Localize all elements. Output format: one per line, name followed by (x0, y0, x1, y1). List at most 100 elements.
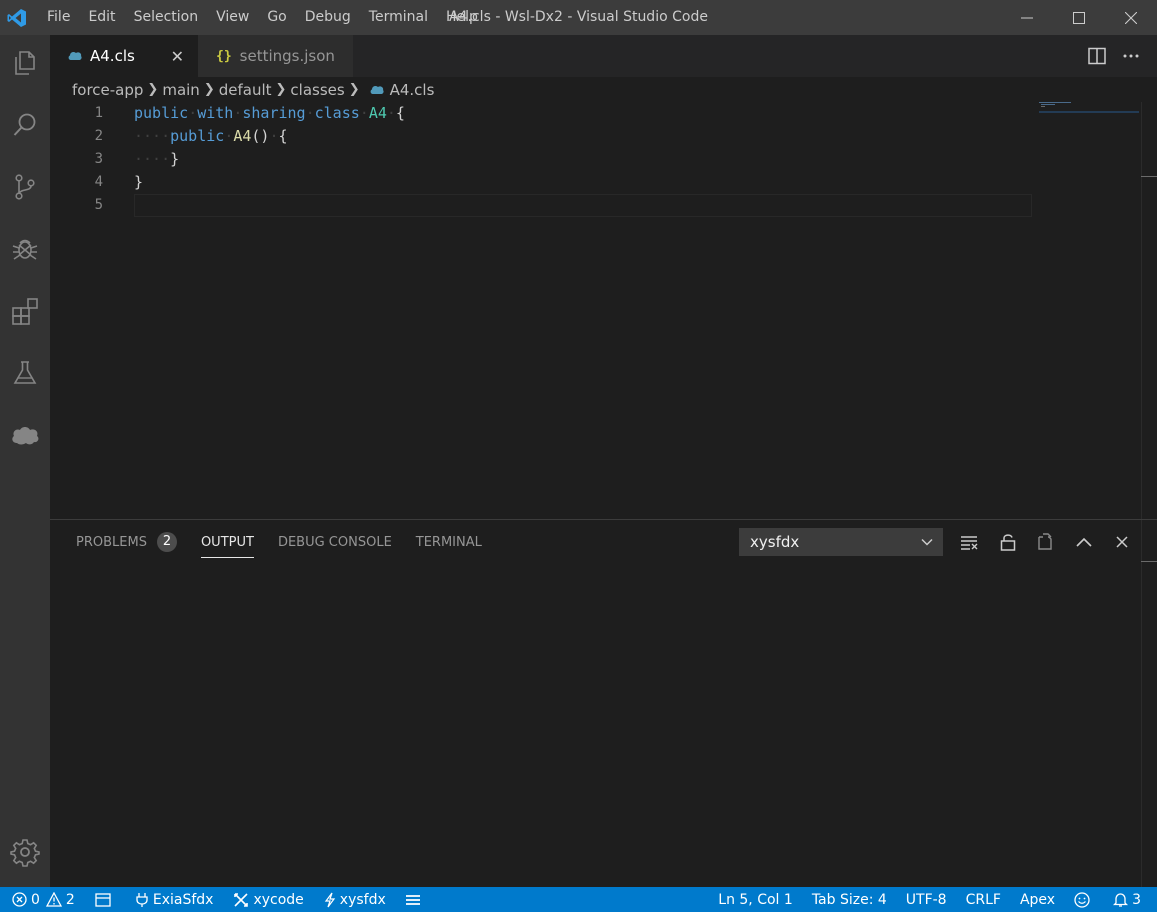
lock-scroll-button[interactable] (998, 532, 1018, 552)
clear-output-icon (961, 536, 978, 550)
line-number: 1 (94, 105, 103, 121)
maximize-icon (1073, 11, 1085, 24)
menu-file[interactable]: File (38, 0, 79, 35)
scroll-cursor-marker (1141, 176, 1157, 177)
tab-label: OUTPUT (200, 534, 254, 550)
close-panel-button[interactable] (1112, 532, 1132, 552)
breadcrumb-force-app[interactable]: force-app (72, 81, 143, 99)
maximize-button[interactable] (1053, 0, 1105, 35)
eol-status[interactable]: CRLF (966, 887, 1001, 912)
salesforce-cloud-icon (12, 427, 39, 445)
error-count: 0 (31, 891, 40, 908)
chevron-right-icon: ❯ (203, 82, 215, 97)
ellipsis-icon (1123, 54, 1139, 58)
output-channel-select[interactable]: xysfdx (739, 528, 943, 556)
panel-scrollbar[interactable] (1141, 520, 1157, 888)
chevron-right-icon: ❯ (275, 82, 287, 97)
code-lines: public·with·sharing·class·A4·{ ····publi… (134, 102, 1034, 217)
line-number: 2 (94, 128, 103, 144)
line-number: 4 (94, 174, 103, 190)
xysfdx-label: xysfdx (339, 891, 386, 908)
tab-debug-console[interactable]: DEBUG CONSOLE (278, 520, 392, 564)
salesforce-button[interactable] (0, 407, 50, 463)
window-controls (1001, 0, 1157, 35)
minimize-button[interactable] (1001, 0, 1053, 35)
language-mode-status[interactable]: Apex (1020, 887, 1055, 912)
tools-icon (234, 892, 249, 907)
notification-count: 3 (1132, 891, 1141, 908)
output-channel-value: xysfdx (750, 533, 800, 551)
explorer-button[interactable] (0, 35, 50, 91)
problems-status[interactable]: 0 2 (12, 887, 75, 912)
title-bar: File Edit Selection View Go Debug Termin… (0, 0, 1157, 35)
breadcrumb-default[interactable]: default (219, 81, 272, 99)
scroll-marker (1141, 561, 1157, 562)
xysfdx-status[interactable]: xysfdx (324, 887, 386, 912)
cursor-position-status[interactable]: Ln 5, Col 1 (718, 887, 793, 912)
open-log-button[interactable] (1036, 532, 1056, 552)
encoding-status[interactable]: UTF-8 (906, 887, 947, 912)
menu-go[interactable]: Go (258, 0, 295, 35)
menu-view[interactable]: View (207, 0, 258, 35)
close-tab-icon[interactable]: ✕ (171, 47, 184, 66)
menu-bar: File Edit Selection View Go Debug Termin… (38, 0, 487, 35)
menu-debug[interactable]: Debug (296, 0, 360, 35)
split-editor-button[interactable] (1087, 46, 1107, 66)
tab-label: PROBLEMS (76, 534, 147, 550)
tab-a4-cls[interactable]: A4.cls ✕ (50, 35, 198, 77)
tab-terminal[interactable]: TERMINAL (416, 520, 482, 564)
status-bar-left: 0 2 ExiaSfdx xycode xysfdx (12, 887, 444, 912)
tab-size-status[interactable]: Tab Size: 4 (812, 887, 887, 912)
tasks-status[interactable] (405, 887, 424, 912)
breadcrumb-main[interactable]: main (162, 81, 199, 99)
chevron-right-icon: ❯ (348, 82, 360, 97)
problems-count-badge: 2 (156, 532, 177, 552)
bell-icon (1113, 892, 1129, 907)
close-window-button[interactable] (1105, 0, 1157, 35)
search-button[interactable] (0, 97, 50, 153)
clear-output-button[interactable] (960, 532, 980, 552)
panel-actions (960, 532, 1132, 552)
debug-button[interactable] (0, 221, 50, 277)
tab-output[interactable]: OUTPUT (200, 520, 254, 564)
panel-tabs: PROBLEMS 2 OUTPUT DEBUG CONSOLE TERMINAL (76, 520, 506, 564)
breadcrumb: force-app ❯ main ❯ default ❯ classes ❯ A… (50, 77, 1157, 102)
menu-edit[interactable]: Edit (79, 0, 124, 35)
code-editor[interactable]: 1 2 3 4 5 public·with·sharing·class·A4·{… (50, 102, 1157, 519)
tab-settings-json[interactable]: {} settings.json (198, 35, 353, 77)
org-exia-label: ExiaSfdx (152, 891, 214, 908)
code-line: } (134, 173, 144, 191)
plug-icon (136, 892, 148, 907)
split-editor-icon (1088, 47, 1106, 65)
breadcrumb-a4-cls[interactable]: A4.cls (390, 81, 435, 99)
maximize-panel-button[interactable] (1074, 532, 1094, 552)
source-control-icon (15, 174, 35, 200)
bottom-panel: PROBLEMS 2 OUTPUT DEBUG CONSOLE TERMINAL… (50, 519, 1157, 888)
editor-tab-bar: A4.cls ✕ {} settings.json (50, 35, 1157, 77)
panel-toggle-status[interactable] (95, 887, 115, 912)
manage-button[interactable] (0, 824, 50, 880)
editor-scrollbar[interactable] (1141, 102, 1157, 519)
notifications-button[interactable]: 3 (1113, 887, 1141, 912)
minimap[interactable] (1039, 102, 1139, 116)
test-button[interactable] (0, 345, 50, 401)
org-status-exia[interactable]: ExiaSfdx (135, 887, 214, 912)
menu-selection[interactable]: Selection (125, 0, 208, 35)
chevron-right-icon: ❯ (147, 82, 159, 97)
more-actions-button[interactable] (1121, 46, 1141, 66)
panel-layout-icon (95, 892, 111, 907)
xycode-label: xycode (253, 891, 304, 908)
menu-help[interactable]: Help (437, 0, 487, 35)
source-control-button[interactable] (0, 159, 50, 215)
feedback-button[interactable] (1074, 887, 1094, 912)
tab-problems[interactable]: PROBLEMS 2 (76, 520, 177, 564)
code-line: ····} (134, 150, 180, 168)
breadcrumb-classes[interactable]: classes (290, 81, 344, 99)
tab-label: TERMINAL (415, 534, 482, 550)
menu-terminal[interactable]: Terminal (360, 0, 437, 35)
line-number: 3 (94, 151, 103, 167)
debug-icon (12, 239, 38, 260)
extensions-button[interactable] (0, 283, 50, 339)
xycode-status[interactable]: xycode (233, 887, 304, 912)
